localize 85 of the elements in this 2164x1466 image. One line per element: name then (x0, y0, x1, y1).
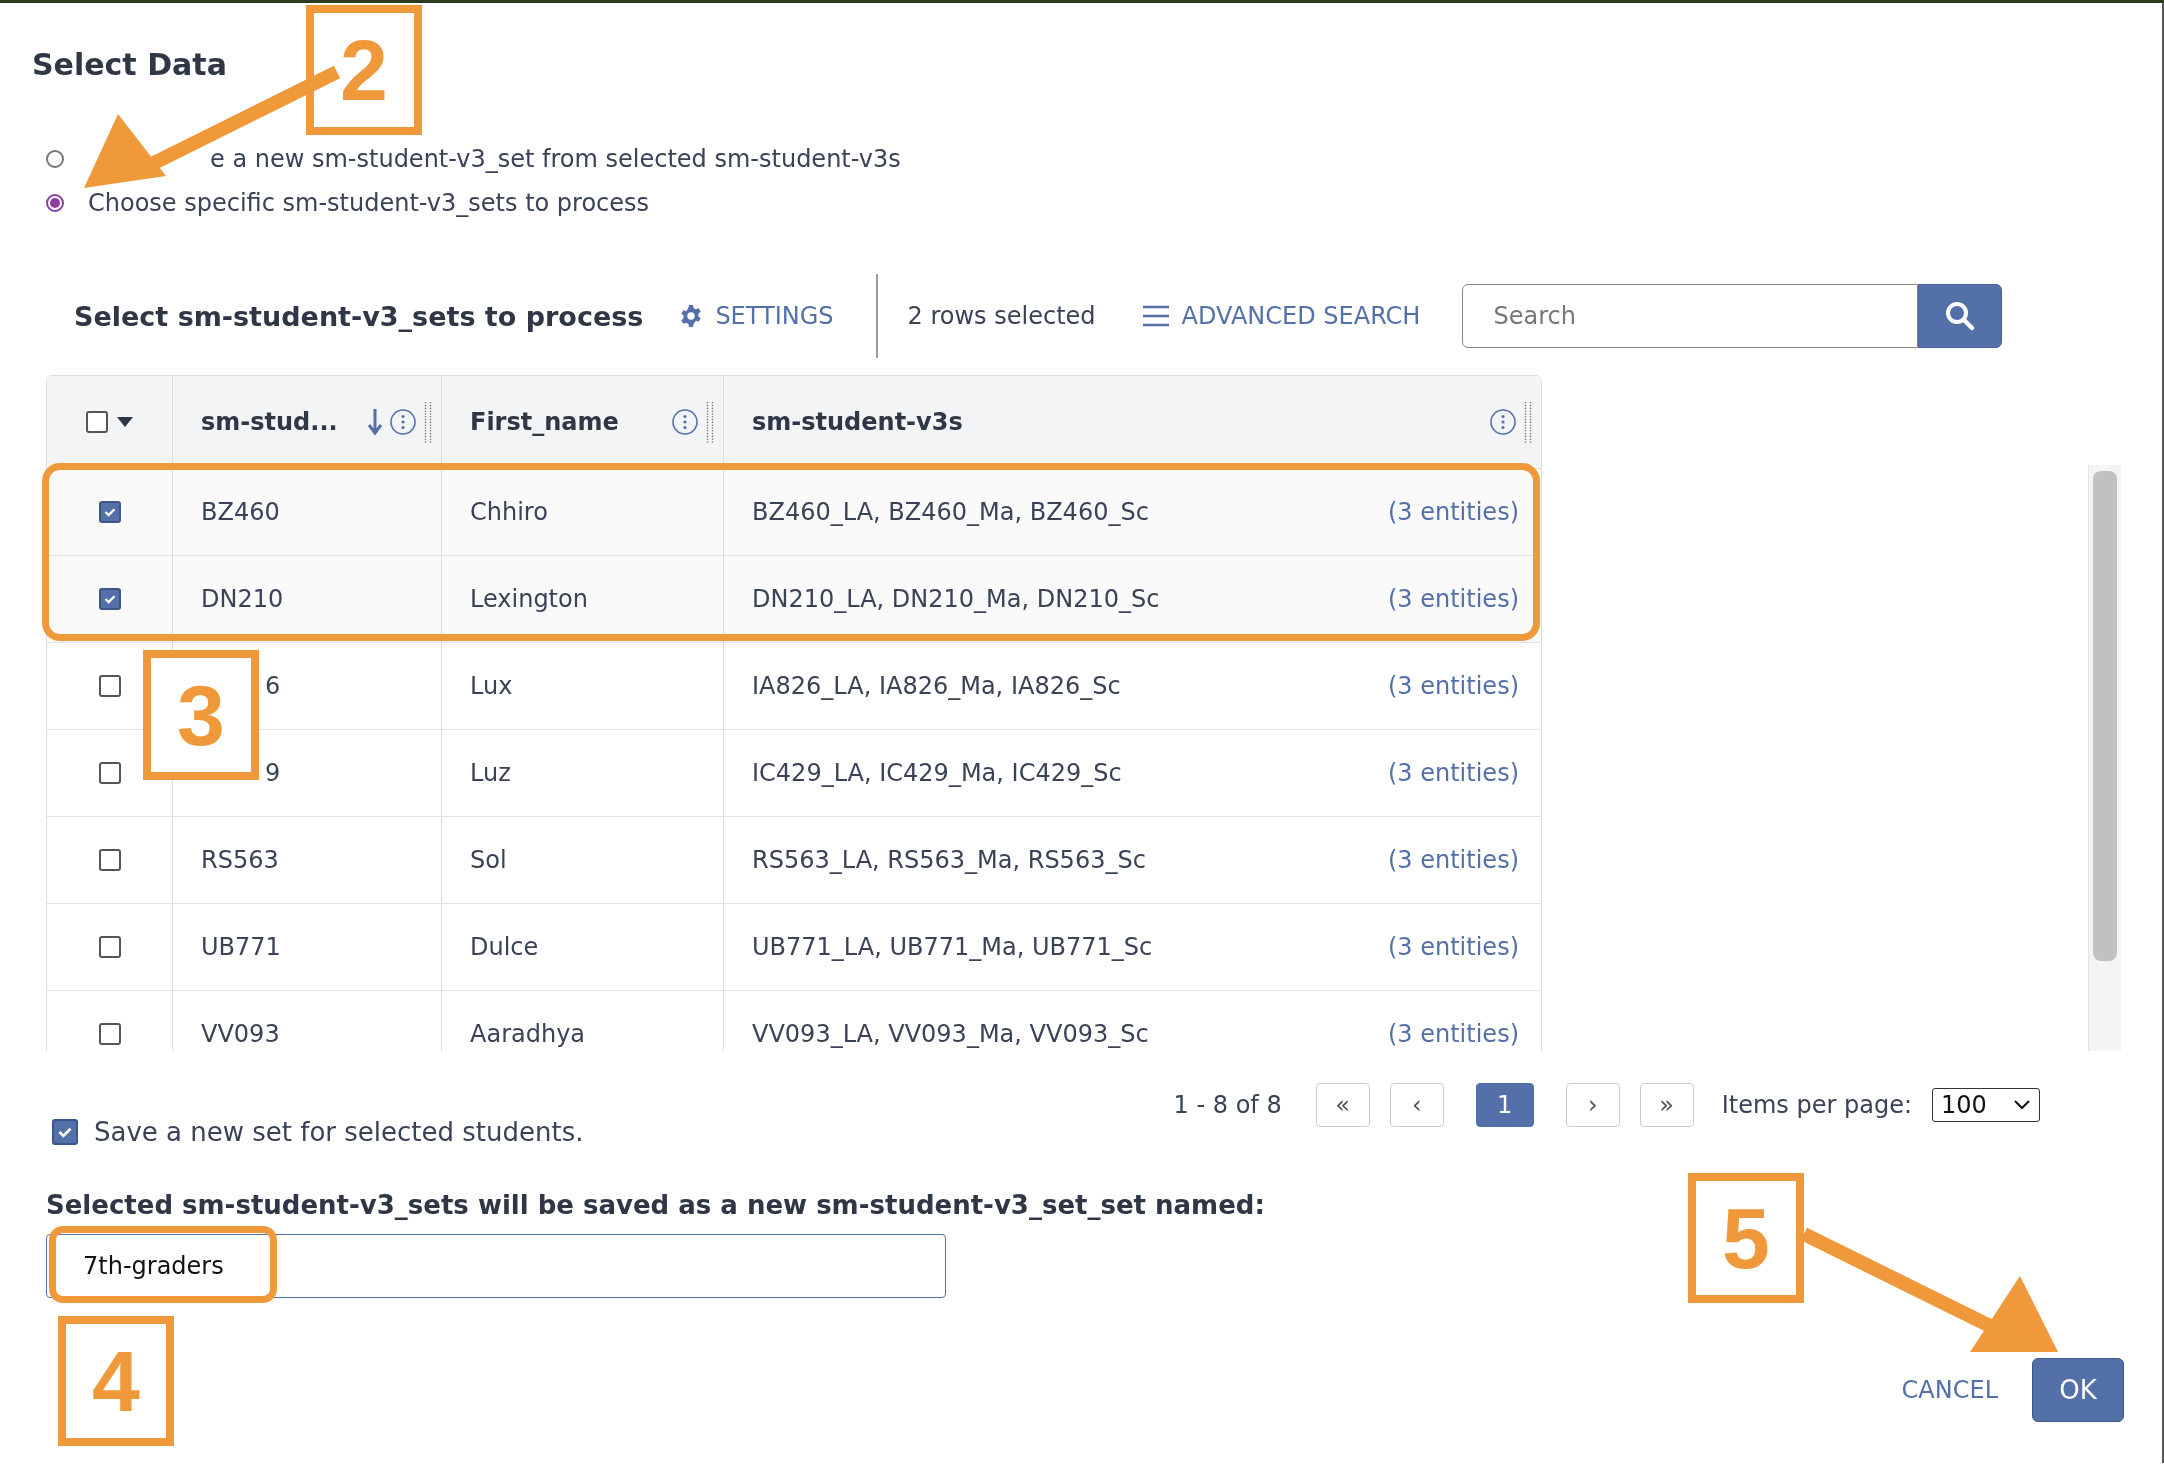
table-cell: UB771 (201, 933, 281, 961)
advanced-search-button[interactable]: ADVANCED SEARCH (1141, 302, 1421, 330)
chevron-icon (2013, 1099, 2031, 1111)
selection-count: 2 rows selected (907, 302, 1096, 330)
resize-handle-icon[interactable] (423, 400, 433, 444)
first-page-button[interactable]: « (1315, 1083, 1370, 1127)
table-cell: BZ460_LA, BZ460_Ma, BZ460_Sc (752, 498, 1149, 526)
cancel-button[interactable]: CANCEL (1895, 1375, 2004, 1405)
column-header[interactable]: sm-stud... (201, 408, 338, 436)
table-row[interactable]: DN210 Lexington DN210_LA, DN210_Ma, DN210_Sc (3 entities) (47, 556, 1541, 643)
entities-link[interactable]: (3 entities) (1387, 585, 1519, 613)
row-checkbox[interactable] (98, 501, 121, 523)
radio-button[interactable] (46, 150, 64, 168)
row-checkbox[interactable] (98, 675, 121, 697)
entities-link[interactable]: (3 entities) (1387, 759, 1519, 787)
search-icon (1944, 300, 1977, 332)
radio-button[interactable] (46, 194, 64, 212)
resize-handle-icon[interactable] (705, 400, 715, 444)
sort-arrow-icon[interactable] (367, 408, 383, 436)
table-cell: UB771_LA, UB771_Ma, UB771_Sc (752, 933, 1153, 961)
column-header[interactable]: sm-student-v3s (752, 408, 963, 436)
table-cell: Lexington (470, 585, 588, 613)
table-cell: RS563_LA, RS563_Ma, RS563_Sc (752, 846, 1146, 874)
table-cell: Luz (470, 759, 511, 787)
set-name-field[interactable]: 7th-graders (46, 1234, 946, 1298)
next-page-button[interactable]: › (1565, 1083, 1620, 1127)
checkbox-label: Save a new set for selected students. (94, 1117, 584, 1147)
table-row[interactable]: RS563 Sol RS563_LA, RS563_Ma, RS563_Sc (3 entities) (47, 817, 1541, 904)
table-cell: IC429_LA, IC429_Ma, IC429_Sc (752, 759, 1122, 787)
items-per-page-select[interactable]: 100 (1932, 1088, 2040, 1122)
table-cell: VV093 (201, 1020, 280, 1048)
table-cell: Aaradhya (470, 1020, 586, 1048)
row-checkbox[interactable] (98, 849, 121, 871)
table-cell: BZ460 (201, 498, 280, 526)
page-button[interactable]: 1 (1475, 1083, 1534, 1127)
previous-page-button[interactable]: ‹ (1389, 1083, 1444, 1127)
callout-number: 3 (143, 650, 259, 780)
search-button[interactable] (1918, 284, 2003, 348)
callout-number: 5 (1688, 1173, 1804, 1303)
column-header[interactable]: First_name (470, 408, 619, 436)
caret-icon[interactable] (115, 416, 134, 428)
entities-link[interactable]: (3 entities) (1387, 846, 1519, 874)
entities-link[interactable]: (3 entities) (1387, 933, 1519, 961)
table-cell-text: 6 (264, 672, 281, 700)
gear-icon (679, 304, 704, 328)
save-set-checkbox[interactable] (52, 1119, 78, 1145)
info-icon[interactable] (1489, 408, 1517, 436)
row-checkbox[interactable] (98, 588, 121, 610)
items-per-page-label: Items per page: (1721, 1091, 1912, 1119)
settings-button[interactable]: SETTINGS (679, 302, 834, 330)
field-label: Selected sm-student-v3_sets will be saved as a new sm-student-v3_set_set named: (45, 1190, 1266, 1220)
search-field[interactable]: Search (1462, 284, 1919, 348)
table-row[interactable]: UB771 Dulce UB771_LA, UB771_Ma, UB771_Sc (3 entities) (47, 904, 1541, 991)
page-range: 1 - 8 of 8 (1173, 1091, 1282, 1119)
entities-link[interactable]: (3 entities) (1387, 672, 1519, 700)
entities-link[interactable]: (3 entities) (1387, 1020, 1519, 1048)
row-checkbox[interactable] (98, 936, 121, 958)
table-cell: Dulce (470, 933, 539, 961)
callout-number: 2 (306, 5, 422, 135)
resize-handle-icon[interactable] (1523, 400, 1533, 444)
table-cell: DN210_LA, DN210_Ma, DN210_Sc (752, 585, 1160, 613)
dialog-title: Select Data (32, 47, 227, 82)
info-icon[interactable] (671, 408, 699, 436)
scrollbar-thumb[interactable] (2093, 471, 2117, 961)
row-checkbox[interactable] (98, 762, 121, 784)
table-cell: DN210 (201, 585, 284, 613)
option-label: Choose specific sm-student-v3_sets to process (88, 189, 650, 217)
table-cell: Chhiro (470, 498, 548, 526)
callout-number: 4 (58, 1316, 174, 1446)
select-all-checkbox[interactable] (85, 411, 108, 433)
row-checkbox[interactable] (98, 1023, 121, 1045)
table-row[interactable]: BZ460 Chhiro BZ460_LA, BZ460_Ma, BZ460_Sc (3 entities) (47, 469, 1541, 556)
table-cell: Sol (470, 846, 507, 874)
option-label: e a new sm-student-v3_set from selected sm-student-v3s (209, 145, 901, 173)
table-cell: VV093_LA, VV093_Ma, VV093_Sc (752, 1020, 1149, 1048)
section-title: Select sm-student-v3_sets to process (74, 300, 644, 332)
ok-button[interactable]: OK (2032, 1358, 2124, 1422)
table-cell: Lux (470, 672, 513, 700)
info-icon[interactable] (389, 408, 417, 436)
menu-icon (1141, 305, 1170, 327)
table-cell: IA826_LA, IA826_Ma, IA826_Sc (752, 672, 1121, 700)
table-cell: RS563 (201, 846, 279, 874)
last-page-button[interactable]: » (1639, 1083, 1694, 1127)
table-cell-text: 9 (264, 759, 281, 787)
entities-link[interactable]: (3 entities) (1387, 498, 1519, 526)
